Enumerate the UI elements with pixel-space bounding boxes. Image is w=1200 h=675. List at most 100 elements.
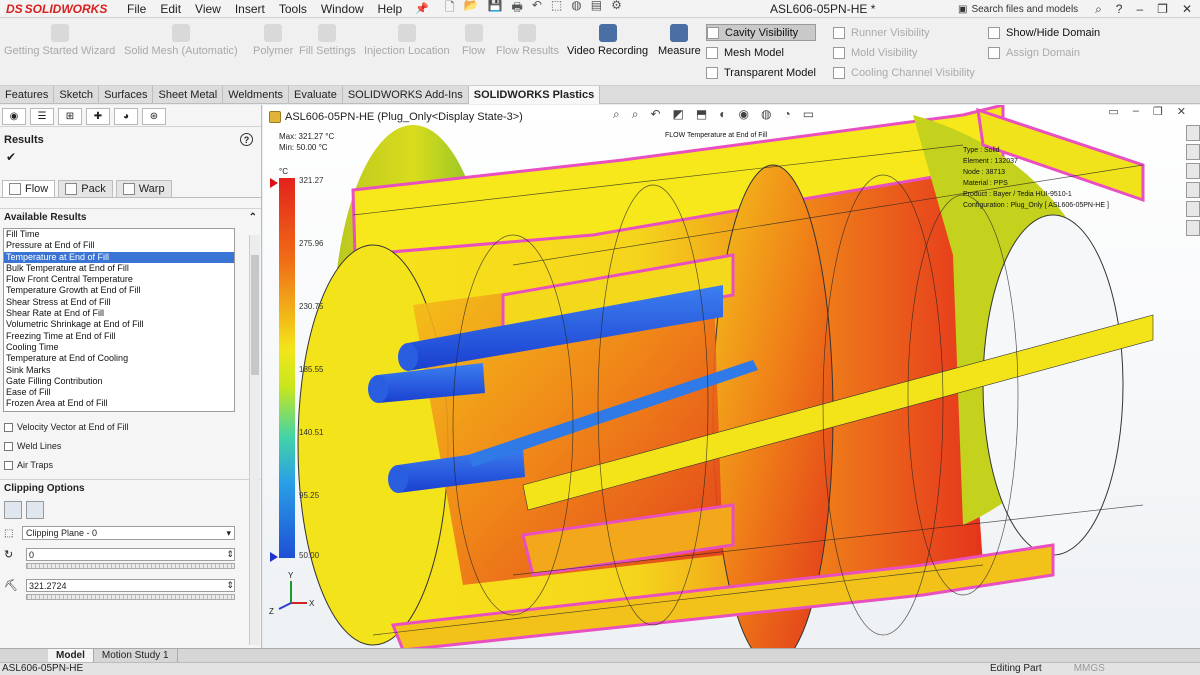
menu-view[interactable]: View [188,0,228,18]
view-settings-icon[interactable]: ▭ [803,107,814,121]
list-item[interactable]: Pressure at End of Fill [4,240,234,251]
close-icon[interactable]: ✕ [1177,105,1186,118]
list-item[interactable]: Flow Front Central Temperature [4,274,234,285]
tab-solidworks-plastics[interactable]: SOLIDWORKS Plastics [468,86,601,104]
subtab-pack[interactable]: Pack [58,180,113,197]
appearances-icon[interactable] [1186,201,1200,217]
restore-icon[interactable]: ❐ [1157,0,1168,18]
flow-button[interactable]: Flow [462,24,485,57]
undo-icon[interactable]: ↶ [532,0,542,19]
new-document-icon[interactable]: 🗋 [445,0,455,19]
menu-file[interactable]: File [120,0,153,18]
model-tree-flyout[interactable]: ASL606-05PN-HE (Plug_Only<Display State-… [269,111,523,123]
tab-features[interactable]: Features [0,86,55,104]
home-icon[interactable] [1186,125,1200,141]
solidworks-logo[interactable]: DS SOLIDWORKS [0,0,120,18]
plastics-manager-icon[interactable]: ⊛ [142,108,166,125]
clipping-plane-select[interactable]: Clipping Plane - 0 ▾ [22,526,235,540]
getting-started-wizard-button[interactable]: Getting Started Wizard [4,24,115,57]
tab-evaluate[interactable]: Evaluate [289,86,343,104]
clipping-options-header[interactable]: Clipping Options ⌃ [0,479,261,497]
zoom-area-icon[interactable]: ⌕ [632,107,639,122]
collapse-chevron-icon[interactable]: ⌃ [249,212,257,223]
help-button[interactable]: ? [240,133,253,146]
list-item[interactable]: Shear Rate at End of Fill [4,308,234,319]
available-results-header[interactable]: Available Results ⌃ [0,208,261,226]
ok-checkmark-button[interactable]: ✔ [0,148,261,166]
spin-arrows-icon[interactable]: ⇕ [226,549,234,560]
assign-domain-button[interactable]: Assign Domain [988,44,1100,61]
mold-visibility-button[interactable]: Mold Visibility [833,44,975,61]
video-recording-button[interactable]: Video Recording [567,24,648,57]
subtab-flow[interactable]: Flow [2,180,56,197]
close-icon[interactable]: ✕ [1182,0,1192,18]
display-style-icon[interactable]: ◐ [719,107,726,121]
solid-mesh-button[interactable]: Solid Mesh (Automatic) [124,24,238,57]
offset-slider[interactable] [26,563,235,569]
offset-input[interactable]: 0 ⇕ [26,548,235,561]
panel-scrollbar[interactable] [249,235,260,645]
list-item[interactable]: Sink Marks [4,365,234,376]
fill-settings-button[interactable]: Fill Settings [299,24,356,57]
injection-location-button[interactable]: Injection Location [364,24,450,57]
tab-weldments[interactable]: Weldments [223,86,290,104]
file-explorer-icon[interactable] [1186,182,1200,198]
threshold-slider[interactable] [26,594,235,600]
legend-max-marker-icon[interactable] [270,178,278,188]
units-selector[interactable]: MMGS [1074,663,1105,675]
tab-sketch[interactable]: Sketch [54,86,100,104]
checkbox-box[interactable] [4,422,13,432]
restore-icon[interactable]: ❐ [1153,105,1163,118]
print-icon[interactable]: 🖶 [512,0,523,19]
configuration-manager-icon[interactable]: ⊞ [58,108,82,125]
menu-insert[interactable]: Insert [228,0,272,18]
previous-view-icon[interactable]: ↶ [650,107,660,121]
list-item[interactable]: Cooling Time [4,342,234,353]
polymer-button[interactable]: Polymer [253,24,293,57]
save-icon[interactable]: 💾 [488,0,503,19]
menu-help[interactable]: Help [371,0,410,18]
file-properties-icon[interactable]: ▤ [591,0,602,19]
transparent-model-button[interactable]: Transparent Model [706,64,816,81]
checkbox-box[interactable] [4,441,13,451]
design-library-icon[interactable] [1186,163,1200,179]
list-item[interactable]: Frozen Area at End of Fill [4,398,234,409]
tab-motion-study-1[interactable]: Motion Study 1 [94,649,178,662]
search-input[interactable]: Search files and models [971,4,1078,15]
subtab-warp[interactable]: Warp [115,180,172,197]
minimize-icon[interactable]: – [1136,0,1143,18]
list-item[interactable]: Volumetric Shrinkage at End of Fill [4,319,234,330]
graphics-area[interactable]: ⌕ ⌕ ↶ ◩ ⬒ ◐ ◉ ◍ ◔ ▭ ▭ – ❐ ✕ ASL606-05PN-… [263,105,1200,648]
color-legend-bar[interactable] [279,178,295,558]
resources-icon[interactable] [1186,144,1200,160]
apply-scene-icon[interactable]: ◔ [783,107,790,121]
list-item[interactable]: Bulk Temperature at End of Fill [4,263,234,274]
tab-model[interactable]: Model [48,649,94,662]
mesh-model-button[interactable]: Mesh Model [706,44,816,61]
checkbox-box[interactable] [4,460,13,470]
list-item-selected[interactable]: Temperature at End of Fill [4,251,234,263]
open-icon[interactable]: 📂 [464,0,479,19]
results-listbox[interactable]: Fill Time Pressure at End of Fill Temper… [3,228,235,412]
search-icon[interactable]: ⌕ [1095,0,1102,18]
runner-visibility-button[interactable]: Runner Visibility [833,24,975,41]
tab-surfaces[interactable]: Surfaces [99,86,154,104]
property-manager-icon[interactable]: ☰ [30,108,54,125]
pin-icon[interactable]: 📌 [415,2,429,15]
show-hide-domain-button[interactable]: Show/Hide Domain [988,24,1100,41]
list-item[interactable]: Temperature at End of Cooling [4,353,234,364]
hide-show-items-icon[interactable]: ◉ [738,107,748,121]
display-manager-icon[interactable]: ◕ [114,108,138,125]
options-icon[interactable]: ⚙ [611,0,622,19]
feature-manager-icon[interactable]: ◉ [2,108,26,125]
menu-edit[interactable]: Edit [153,0,188,18]
cavity-visibility-button[interactable]: Cavity Visibility [706,24,816,41]
menu-window[interactable]: Window [314,0,371,18]
list-item[interactable]: Gate Filling Contribution [4,376,234,387]
measure-button[interactable]: Measure [658,24,701,57]
edit-appearance-icon[interactable]: ◍ [761,107,771,121]
view-orientation-icon[interactable]: ⬒ [696,107,707,121]
flow-results-button[interactable]: Flow Results [496,24,559,57]
tab-sheet-metal[interactable]: Sheet Metal [153,86,224,104]
spin-arrows-icon[interactable]: ⇕ [226,580,234,591]
